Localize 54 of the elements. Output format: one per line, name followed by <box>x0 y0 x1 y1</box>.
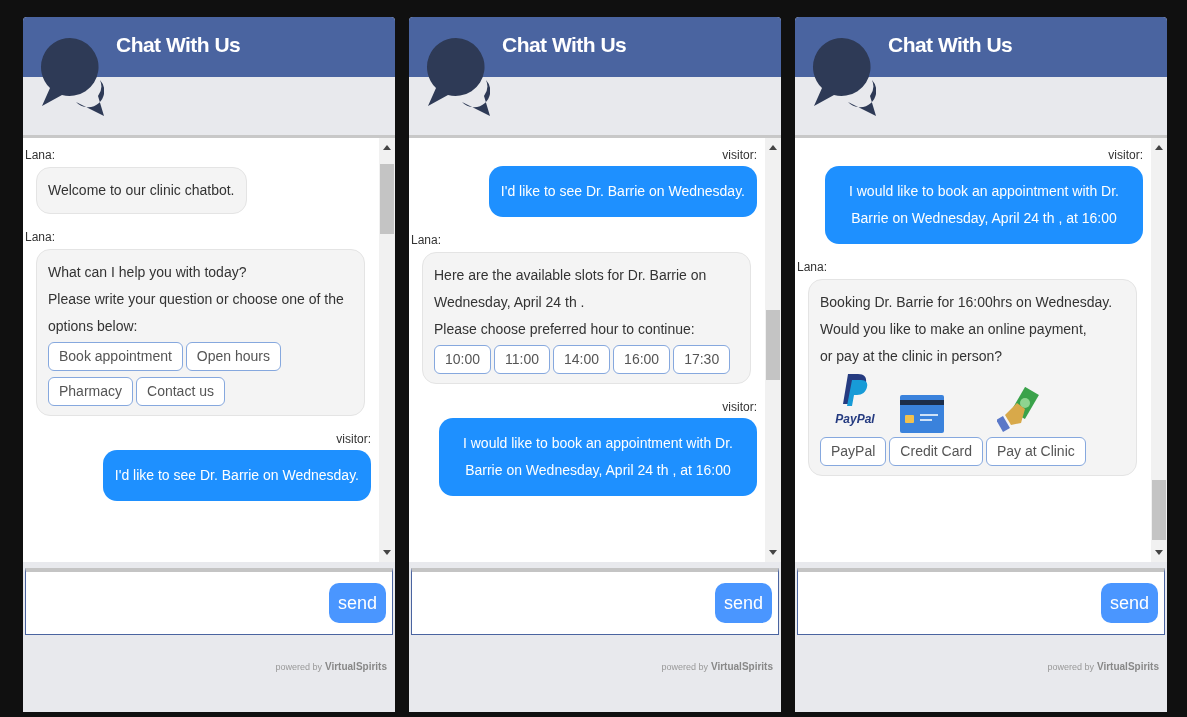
sender-label: visitor: <box>722 147 757 164</box>
option-button[interactable]: PayPal <box>820 437 887 466</box>
paypal-logo: PayPal <box>830 374 880 433</box>
option-button[interactable]: Credit Card <box>889 437 983 466</box>
chat-bubbles-icon <box>426 38 490 116</box>
message-text: What can I help you with today? <box>48 263 248 282</box>
scroll-down-icon[interactable] <box>1155 550 1163 555</box>
chat-title: Chat With Us <box>116 32 242 58</box>
scrollbar[interactable] <box>1151 138 1167 562</box>
visitor-message: I'd like to see Dr. Barrie on Wednesday. <box>488 166 757 217</box>
scroll-down-icon[interactable] <box>769 550 777 555</box>
scroll-thumb[interactable] <box>380 164 394 234</box>
message-text: Please write your question or choose one of the options below: <box>48 290 345 336</box>
option-button[interactable]: Book appointment <box>48 342 183 371</box>
scroll-down-icon[interactable] <box>383 550 391 555</box>
option-button[interactable]: 11:00 <box>494 345 551 374</box>
option-button[interactable]: Open hours <box>185 342 282 371</box>
scrollbar[interactable] <box>379 138 395 562</box>
scroll-up-icon[interactable] <box>383 145 391 150</box>
chat-bubbles-icon <box>40 38 104 116</box>
chat-title: Chat With Us <box>888 32 1014 58</box>
option-button[interactable]: 10:00 <box>434 345 492 374</box>
sender-label: Lana: <box>25 229 56 246</box>
message-text: or pay at the clinic in person? <box>820 347 1004 366</box>
scroll-thumb[interactable] <box>1152 480 1166 540</box>
sender-label: visitor: <box>722 399 757 416</box>
powered-by-text: powered by <box>661 661 708 674</box>
message-text: Please choose preferred hour to continue: <box>434 320 696 339</box>
sender-label: Lana: <box>411 232 442 249</box>
chat-title: Chat With Us <box>502 32 628 58</box>
hand-with-money-icon <box>997 387 1041 433</box>
message-text: Here are the available slots for Dr. Barrie on Wednesday, April 24 th . <box>434 266 708 312</box>
visitor-message: I would like to book an appointment with Dr. Barrie on Wednesday, April 24 th , at 16:00 <box>825 166 1143 244</box>
powered-by-text: powered by <box>275 661 322 674</box>
scrollbar[interactable] <box>765 138 781 562</box>
scroll-up-icon[interactable] <box>1155 145 1163 150</box>
sender-label: visitor: <box>336 431 371 448</box>
option-button[interactable]: 16:00 <box>613 345 671 374</box>
chat-bubbles-icon <box>812 38 876 116</box>
option-button[interactable]: 17:30 <box>673 345 731 374</box>
powered-by-text: powered by <box>1047 661 1094 674</box>
visitor-message: I'd like to see Dr. Barrie on Wednesday. <box>102 450 371 501</box>
scroll-thumb[interactable] <box>766 310 780 380</box>
credit-card-icon <box>900 395 944 433</box>
option-button[interactable]: Contact us <box>136 377 225 406</box>
visitor-message: I would like to book an appointment with Dr. Barrie on Wednesday, April 24 th , at 16:00 <box>439 418 757 496</box>
sender-label: Lana: <box>797 259 828 276</box>
sender-label: visitor: <box>1108 147 1143 164</box>
sender-label: Lana: <box>25 147 56 164</box>
scroll-up-icon[interactable] <box>769 145 777 150</box>
option-button[interactable]: Pharmacy <box>48 377 134 406</box>
option-button[interactable]: Pay at Clinic <box>985 437 1086 466</box>
option-button[interactable]: 14:00 <box>553 345 611 374</box>
message-text: Welcome to our clinic chatbot. <box>48 181 235 200</box>
